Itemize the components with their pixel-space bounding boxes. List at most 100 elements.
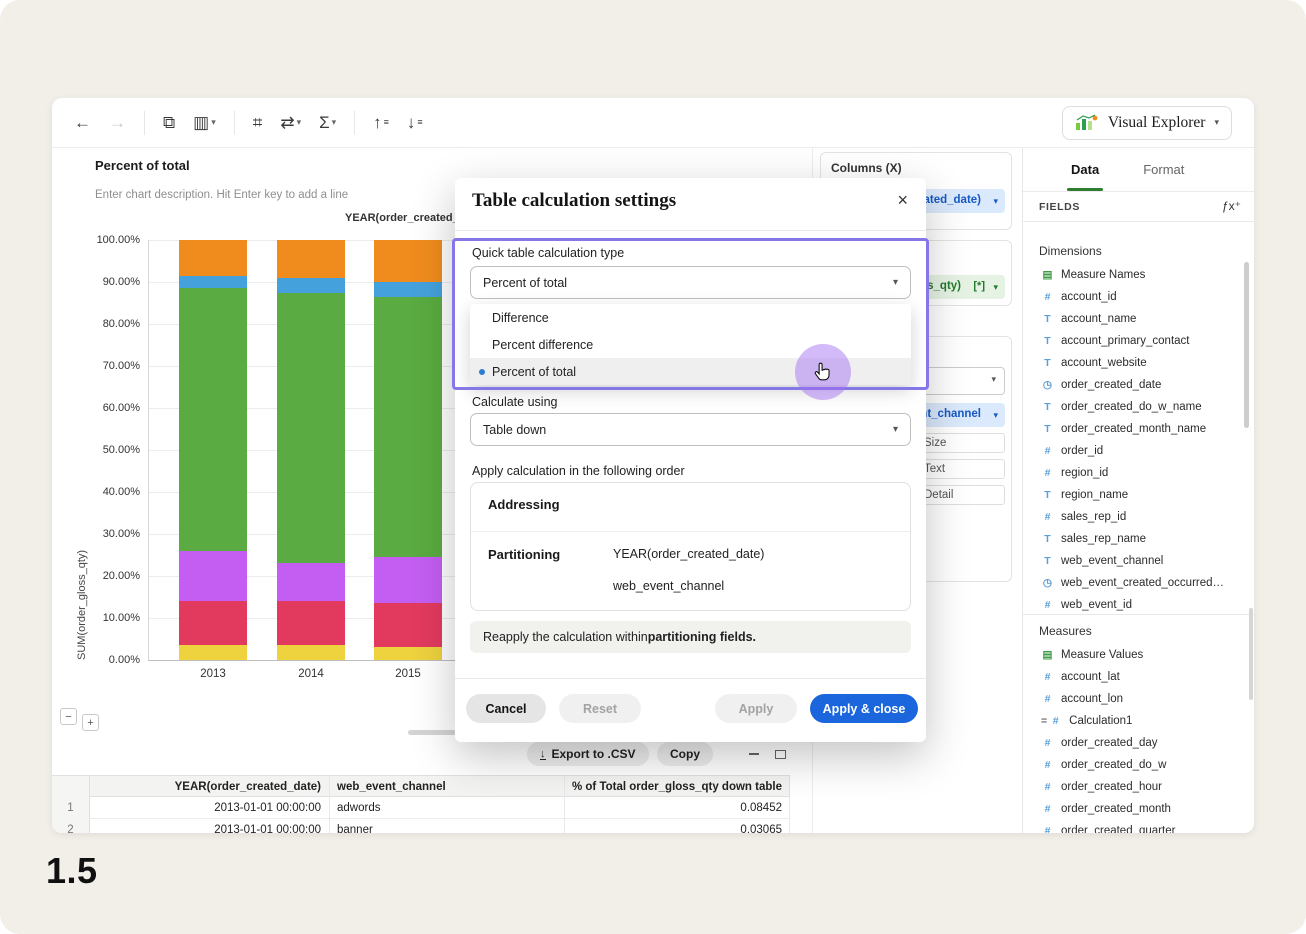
chevron-down-icon: ▾ <box>893 277 898 288</box>
stacked-bar[interactable] <box>277 240 345 660</box>
dropdown-option[interactable]: Difference <box>470 304 911 331</box>
apply-button[interactable]: Apply <box>715 694 797 723</box>
crop-icon[interactable]: ⌗ <box>253 114 263 131</box>
table-row[interactable]: 12013-01-01 00:00:00adwords0.08452 <box>52 797 790 819</box>
field-item[interactable]: Taccount_name <box>1023 308 1254 330</box>
field-item[interactable]: #order_created_month <box>1023 798 1254 820</box>
chart-options-icon[interactable]: ▥ ▾ <box>193 114 216 131</box>
bar-segment-segment-blue[interactable] <box>374 282 442 297</box>
horizontal-scrollbar[interactable] <box>408 730 456 735</box>
field-item[interactable]: ▤Measure Names <box>1023 264 1254 286</box>
back-icon[interactable]: ← <box>74 114 91 131</box>
field-item[interactable]: Tregion_name <box>1023 484 1254 506</box>
sidebar-scrollbar[interactable] <box>1249 608 1253 700</box>
stacked-bar[interactable] <box>374 240 442 660</box>
zoom-in-button[interactable]: + <box>82 714 99 731</box>
field-label: sales_rep_id <box>1061 511 1126 523</box>
field-item[interactable]: Tsales_rep_name <box>1023 528 1254 550</box>
chart-title[interactable]: Percent of total <box>95 158 190 173</box>
bar-segment-segment-yellow[interactable] <box>374 647 442 660</box>
apply-and-close-button[interactable]: Apply & close <box>810 694 918 723</box>
sort-descending-icon[interactable]: ↓ ≡ <box>407 114 423 131</box>
bar-segment-segment-blue[interactable] <box>277 278 345 293</box>
dimensions-scrollbar[interactable] <box>1244 262 1249 428</box>
number-icon: # <box>1041 467 1054 479</box>
field-item[interactable]: #sales_rep_id <box>1023 506 1254 528</box>
collapse-table-button[interactable] <box>745 746 763 762</box>
field-item[interactable]: ▤Measure Values <box>1023 644 1254 666</box>
dropdown-option[interactable]: Percent of total <box>470 358 911 385</box>
bar-segment-segment-green[interactable] <box>277 293 345 564</box>
table-header-year[interactable]: YEAR(order_created_date) <box>90 776 330 798</box>
text-icon: T <box>1041 533 1054 545</box>
number-icon: # <box>1041 759 1054 771</box>
field-label: account_lat <box>1061 671 1120 683</box>
reset-button[interactable]: Reset <box>559 694 641 723</box>
table-header-channel[interactable]: web_event_channel <box>330 776 565 798</box>
field-item[interactable]: ◷order_created_date <box>1023 374 1254 396</box>
field-item[interactable]: =#Calculation1 <box>1023 710 1254 732</box>
number-icon: # <box>1041 825 1054 833</box>
selected-dot-icon <box>479 369 485 375</box>
bar-segment-segment-orange[interactable] <box>277 240 345 278</box>
forward-icon[interactable]: → <box>109 114 126 131</box>
expand-table-button[interactable] <box>771 746 789 762</box>
bar-segment-segment-purple[interactable] <box>179 551 247 601</box>
visual-explorer-selector[interactable]: Visual Explorer ▾ <box>1062 106 1232 140</box>
bar-segment-segment-red[interactable] <box>374 603 442 647</box>
partitioning-field[interactable]: YEAR(order_created_date) <box>613 547 764 561</box>
bar-segment-segment-orange[interactable] <box>179 240 247 276</box>
export-csv-button[interactable]: ↓ Export to .CSV <box>527 742 649 766</box>
field-item[interactable]: #region_id <box>1023 462 1254 484</box>
table-header-pct[interactable]: % of Total order_gloss_qty down table <box>565 776 790 798</box>
cancel-button[interactable]: Cancel <box>466 694 546 723</box>
chart-description-placeholder[interactable]: Enter chart description. Hit Enter key t… <box>95 189 348 201</box>
field-item[interactable]: #order_created_day <box>1023 732 1254 754</box>
close-icon[interactable]: × <box>897 190 908 211</box>
field-item[interactable]: Taccount_website <box>1023 352 1254 374</box>
field-item[interactable]: #order_id <box>1023 440 1254 462</box>
columns-x-title: Columns (X) <box>831 161 902 175</box>
zoom-out-button[interactable]: − <box>60 708 77 725</box>
bar-segment-segment-yellow[interactable] <box>277 645 345 660</box>
modal-footer-divider <box>455 678 926 679</box>
calculate-using-select[interactable]: Table down ▾ <box>470 413 911 446</box>
field-item[interactable]: #account_lat <box>1023 666 1254 688</box>
arrow-down-glyph: ↓ <box>407 114 416 131</box>
y-tick-label: 0.00% <box>109 654 140 666</box>
field-item[interactable]: Taccount_primary_contact <box>1023 330 1254 352</box>
table-row[interactable]: 22013-01-01 00:00:00banner0.03065 <box>52 819 790 833</box>
bar-segment-segment-green[interactable] <box>179 288 247 551</box>
dropdown-option[interactable]: Percent difference <box>470 331 911 358</box>
bar-segment-segment-red[interactable] <box>179 601 247 645</box>
field-item[interactable]: #order_created_quarter <box>1023 820 1254 833</box>
field-item[interactable]: #web_event_id <box>1023 594 1254 614</box>
stacked-bar[interactable] <box>179 240 247 660</box>
bar-segment-segment-yellow[interactable] <box>179 645 247 660</box>
partitioning-field[interactable]: web_event_channel <box>613 579 724 593</box>
field-item[interactable]: #account_lon <box>1023 688 1254 710</box>
quick-calc-select[interactable]: Percent of total ▾ <box>470 266 911 299</box>
sort-ascending-icon[interactable]: ↑ ≡ <box>373 114 389 131</box>
field-item[interactable]: #order_created_hour <box>1023 776 1254 798</box>
swap-axes-icon[interactable]: ⇄ ▾ <box>280 114 301 131</box>
field-item[interactable]: ◷web_event_created_occurred… <box>1023 572 1254 594</box>
bar-segment-segment-purple[interactable] <box>277 563 345 601</box>
bar-segment-segment-blue[interactable] <box>179 276 247 289</box>
field-item[interactable]: #order_created_do_w <box>1023 754 1254 776</box>
duplicate-icon[interactable]: ⧉ <box>163 114 175 131</box>
field-item[interactable]: Torder_created_month_name <box>1023 418 1254 440</box>
tab-format[interactable]: Format <box>1143 148 1184 191</box>
field-item[interactable]: Tweb_event_channel <box>1023 550 1254 572</box>
bar-segment-segment-orange[interactable] <box>374 240 442 282</box>
bar-segment-segment-green[interactable] <box>374 297 442 557</box>
copy-button[interactable]: Copy <box>657 742 713 766</box>
field-item[interactable]: #account_id <box>1023 286 1254 308</box>
bar-segment-segment-red[interactable] <box>277 601 345 645</box>
text-icon: T <box>1041 335 1054 347</box>
sigma-icon[interactable]: Σ ▾ <box>319 114 336 131</box>
bar-segment-segment-purple[interactable] <box>374 557 442 603</box>
add-calculation-icon[interactable]: ƒx⁺ <box>1222 199 1241 213</box>
field-item[interactable]: Torder_created_do_w_name <box>1023 396 1254 418</box>
tab-data[interactable]: Data <box>1071 148 1099 191</box>
